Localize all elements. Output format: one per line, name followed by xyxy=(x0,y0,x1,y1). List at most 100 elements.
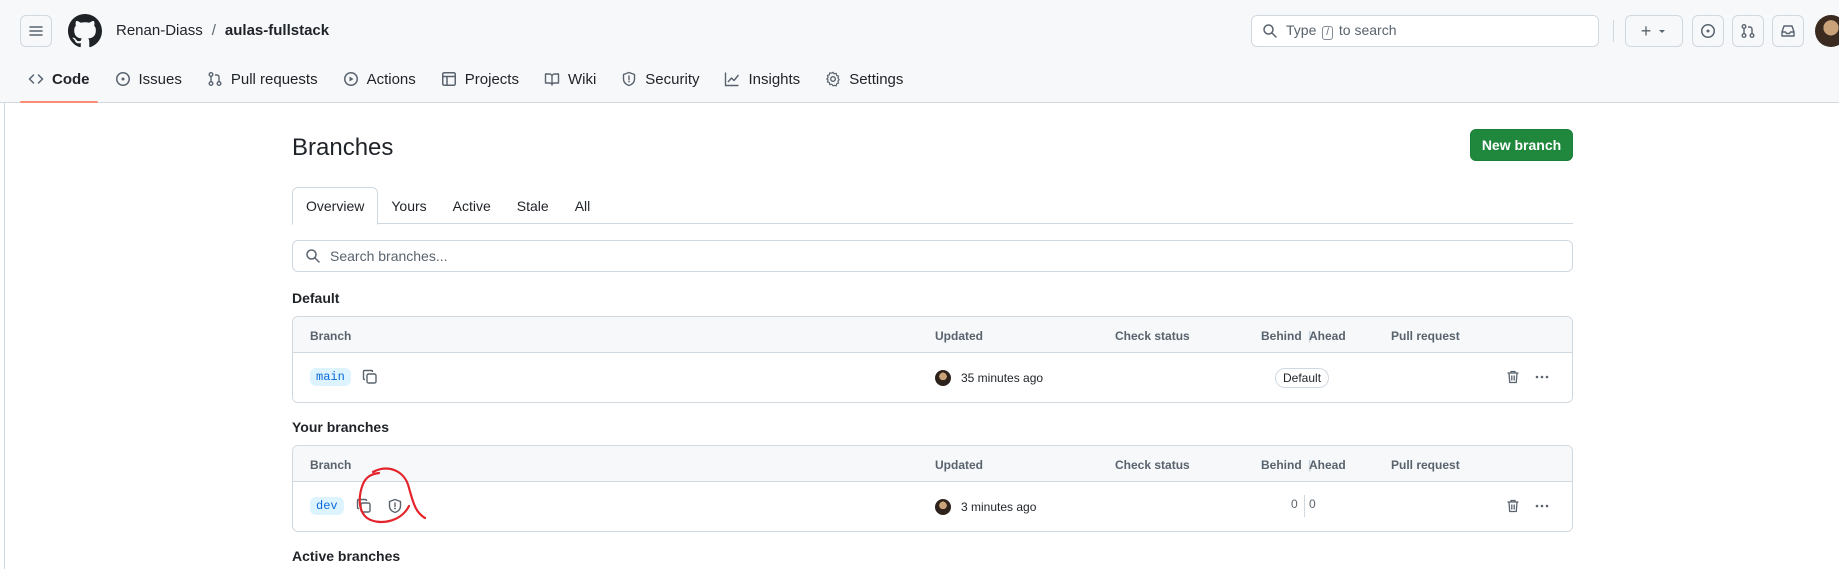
table-header: Branch Updated Check status Behind | Ahe… xyxy=(293,317,1572,353)
book-icon xyxy=(544,73,560,86)
tab-actions[interactable]: Actions xyxy=(335,64,424,94)
issue-opened-icon xyxy=(115,72,130,86)
section-title-your-branches: Your branches xyxy=(292,419,389,435)
tab-settings-label: Settings xyxy=(849,70,904,88)
issue-opened-icon xyxy=(1701,24,1715,38)
col-pull-request: Pull request xyxy=(1391,329,1460,343)
tab-actions-label: Actions xyxy=(366,70,416,88)
section-title-default: Default xyxy=(292,290,340,306)
new-branch-button[interactable]: New branch xyxy=(1470,129,1573,161)
user-avatar[interactable] xyxy=(1815,15,1839,47)
more-options-button[interactable] xyxy=(1528,363,1556,391)
col-branch: Branch xyxy=(310,458,352,472)
col-behind: Behind xyxy=(1261,329,1302,343)
tab-all[interactable]: All xyxy=(562,187,604,224)
tab-projects-label: Projects xyxy=(464,70,519,88)
chevron-down-icon xyxy=(1659,30,1666,33)
play-icon xyxy=(343,72,358,86)
hamburger-icon xyxy=(29,26,43,36)
branch-search-placeholder: Search branches... xyxy=(330,248,448,264)
col-branch: Branch xyxy=(310,329,352,343)
search-placeholder-suffix: to search xyxy=(1338,22,1397,38)
header-divider xyxy=(1613,20,1614,42)
table-row: dev 3 minutes ago 0 0 xyxy=(293,482,1572,531)
tab-wiki-label: Wiki xyxy=(567,70,597,88)
col-behind: Behind xyxy=(1261,458,1302,472)
default-branches-table: Branch Updated Check status Behind | Ahe… xyxy=(292,316,1573,403)
tab-settings[interactable]: Settings xyxy=(817,64,911,94)
inbox-button[interactable] xyxy=(1772,15,1804,47)
red-annotation-circle xyxy=(358,467,427,524)
tab-wiki[interactable]: Wiki xyxy=(536,64,604,94)
git-pull-request-icon xyxy=(1741,24,1755,38)
trash-icon xyxy=(1507,499,1519,513)
branch-name-dev[interactable]: dev xyxy=(310,497,344,515)
tab-insights-label: Insights xyxy=(748,70,801,88)
kebab-horizontal-icon xyxy=(1535,375,1549,379)
avatar[interactable] xyxy=(935,499,951,515)
ahead-behind-divider xyxy=(1304,495,1305,517)
tab-insights[interactable]: Insights xyxy=(716,64,808,94)
branch-name-main[interactable]: main xyxy=(310,368,351,386)
tab-active[interactable]: Active xyxy=(440,187,504,224)
code-icon xyxy=(28,74,44,84)
copy-branch-button[interactable] xyxy=(356,363,384,391)
app-header: Renan-Diass / aulas-fullstack Type / to … xyxy=(0,0,1839,103)
tab-overview[interactable]: Overview xyxy=(292,187,379,225)
pull-requests-button[interactable] xyxy=(1732,15,1764,47)
section-title-active-branches: Active branches xyxy=(292,548,401,564)
repo-owner-link[interactable]: Renan-Diass xyxy=(116,22,203,39)
table-row: main 35 minutes ago Default xyxy=(293,353,1572,402)
repo-nav: Code Issues Pull requests Actions Projec… xyxy=(20,64,920,103)
repo-name-link[interactable]: aulas-fullstack xyxy=(225,22,329,39)
page-left-border xyxy=(4,103,5,569)
github-logo-icon[interactable] xyxy=(68,14,102,48)
tab-pull-requests-label: Pull requests xyxy=(230,70,318,88)
col-pull-request: Pull request xyxy=(1391,458,1460,472)
create-new-button[interactable]: + xyxy=(1625,15,1683,47)
branch-search-input[interactable]: Search branches... xyxy=(292,240,1573,272)
col-updated: Updated xyxy=(935,329,983,343)
inbox-icon xyxy=(1781,25,1795,37)
issues-button[interactable] xyxy=(1692,15,1724,47)
tab-security-label: Security xyxy=(645,70,700,88)
tab-issues[interactable]: Issues xyxy=(107,64,190,94)
more-options-button[interactable] xyxy=(1528,492,1556,520)
shield-icon xyxy=(623,71,636,87)
your-branches-table: Branch Updated Check status Behind | Ahe… xyxy=(292,445,1573,532)
global-search-input[interactable]: Type / to search xyxy=(1251,15,1599,47)
menu-button[interactable] xyxy=(20,15,52,47)
tab-code[interactable]: Code xyxy=(20,64,98,103)
avatar[interactable] xyxy=(935,370,951,386)
tab-issues-label: Issues xyxy=(138,70,182,88)
tab-security[interactable]: Security xyxy=(613,64,707,94)
graph-icon xyxy=(725,72,740,87)
search-shortcut-key: / xyxy=(1322,26,1334,40)
col-ahead: Ahead xyxy=(1309,458,1346,472)
col-ahead: Ahead xyxy=(1309,329,1346,343)
tab-code-label: Code xyxy=(52,70,90,88)
trash-icon xyxy=(1507,370,1519,384)
default-badge: Default xyxy=(1275,368,1330,388)
search-placeholder-prefix: Type xyxy=(1286,22,1317,38)
search-icon xyxy=(1263,24,1277,38)
behind-count: 0 xyxy=(1291,497,1298,511)
col-check-status: Check status xyxy=(1115,458,1190,472)
copy-icon xyxy=(362,369,377,384)
tab-stale[interactable]: Stale xyxy=(504,187,562,224)
tab-projects[interactable]: Projects xyxy=(433,64,527,94)
breadcrumb-separator: / xyxy=(211,22,216,39)
updated-time: 3 minutes ago xyxy=(961,500,1037,514)
gear-icon xyxy=(826,71,840,87)
delete-branch-button[interactable] xyxy=(1499,363,1527,391)
table-header: Branch Updated Check status Behind | Ahe… xyxy=(293,446,1572,482)
tab-yours[interactable]: Yours xyxy=(378,187,439,224)
col-updated: Updated xyxy=(935,458,983,472)
page-title: Branches xyxy=(292,134,394,161)
kebab-horizontal-icon xyxy=(1535,504,1549,508)
ahead-count: 0 xyxy=(1309,497,1316,511)
delete-branch-button[interactable] xyxy=(1499,492,1527,520)
plus-icon: + xyxy=(1640,21,1652,41)
col-check-status: Check status xyxy=(1115,329,1190,343)
tab-pull-requests[interactable]: Pull requests xyxy=(199,64,326,94)
